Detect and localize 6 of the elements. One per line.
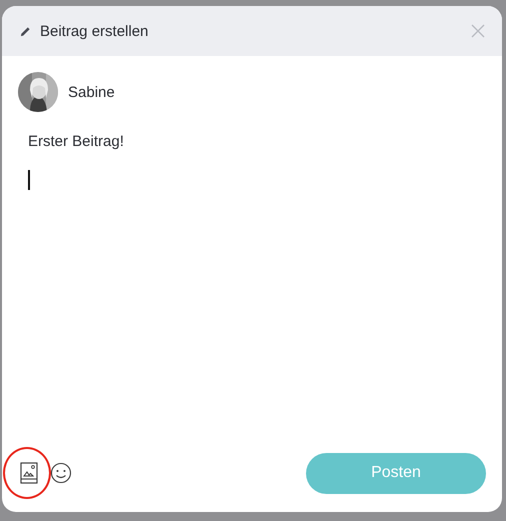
post-input-field[interactable]: Erster Beitrag! [28, 132, 468, 190]
pencil-icon [20, 26, 31, 36]
smiley-icon[interactable] [50, 462, 72, 484]
dialog-title: Beitrag erstellen [40, 22, 148, 40]
photo-icon[interactable] [20, 462, 38, 484]
author-name: Sabine [68, 84, 115, 100]
